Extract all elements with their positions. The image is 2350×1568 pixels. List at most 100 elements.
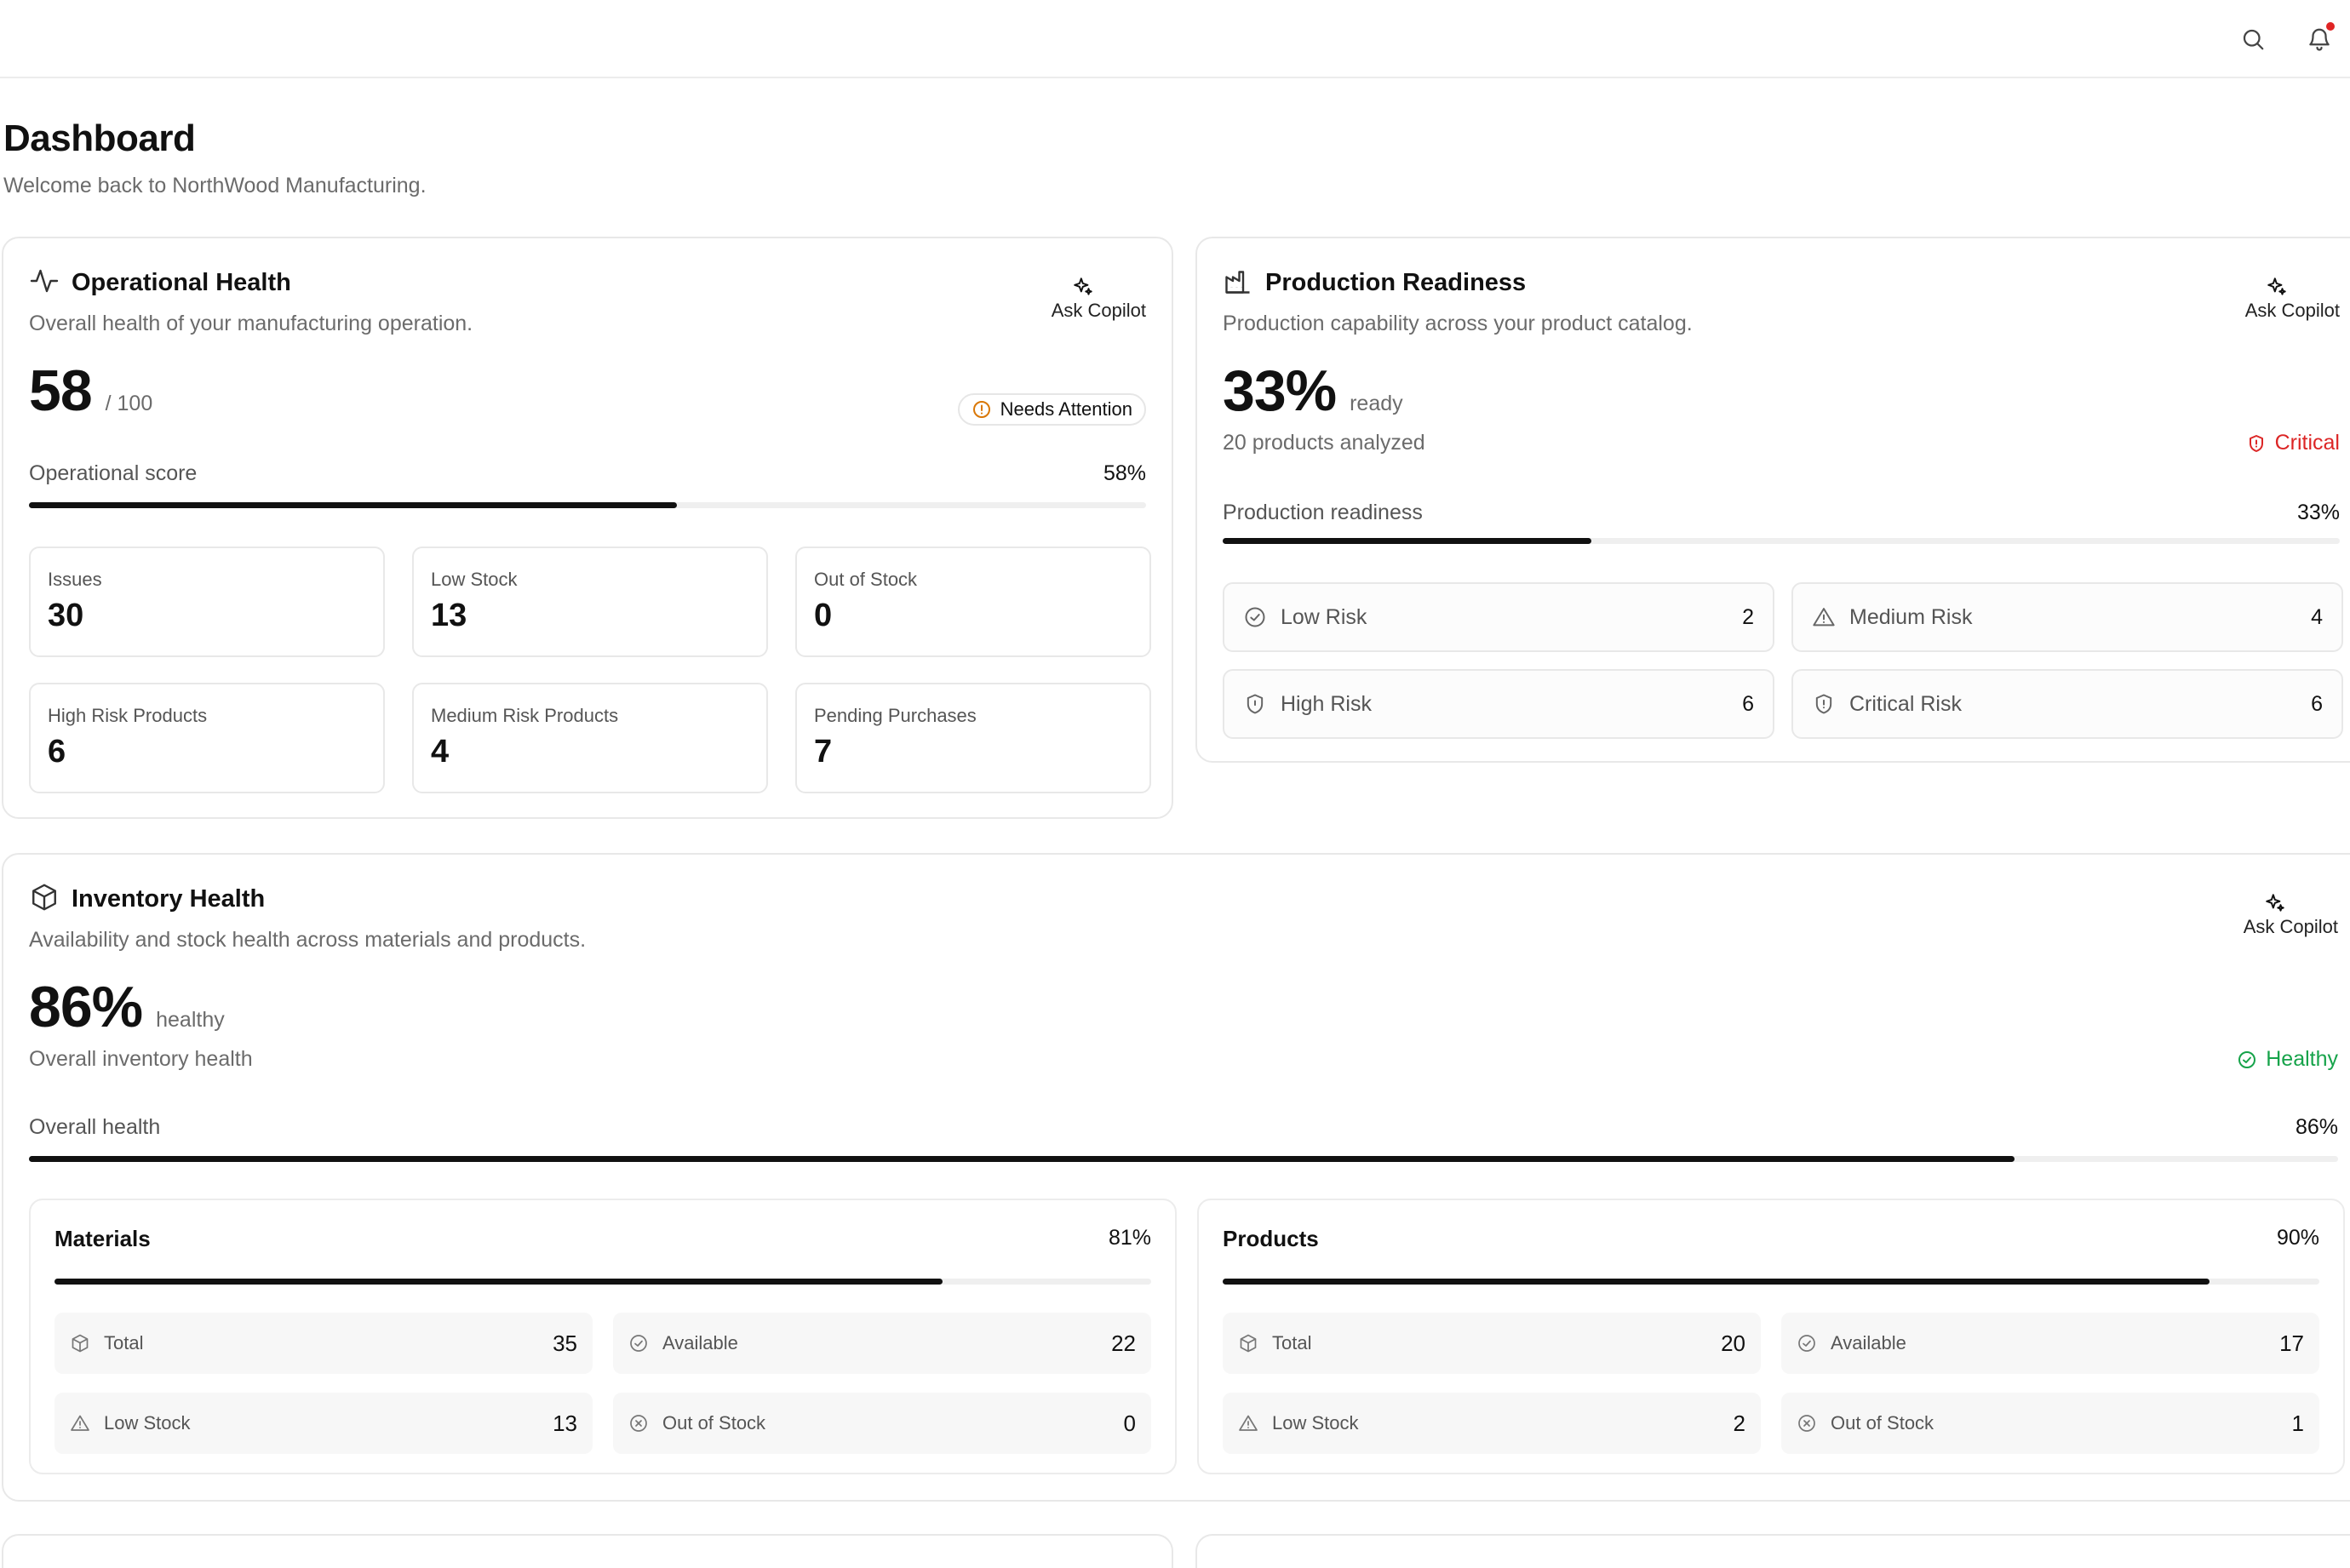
risk-label: Low Risk [1281,604,1367,629]
materials-out-of-stock: Out of Stock 0 [613,1393,1151,1454]
risk-value: 6 [1742,691,1754,716]
risk-label: High Risk [1281,691,1372,716]
item-value: 35 [553,1330,577,1356]
bar-label: Production readiness [1223,501,1423,524]
item-label: Out of Stock [662,1412,766,1434]
products-panel: Products 90% Total 20 Available 17 Low S… [1197,1199,2345,1474]
stat-value: 13 [431,598,467,633]
products-percent: 90% [2276,1226,2319,1250]
next-card-left [2,1534,1173,1568]
item-label: Available [1831,1332,1906,1353]
risk-medium[interactable]: Medium Risk 4 [1791,582,2343,652]
item-label: Low Stock [1272,1412,1359,1434]
warning-triangle-icon [1239,1415,1258,1431]
shield-icon [1247,694,1264,714]
score-value: 58 [29,358,93,423]
operational-progress-bar [29,502,1146,508]
stat-tile-out-of-stock[interactable]: Out of Stock 0 [795,547,1151,657]
next-card-right [1195,1534,2350,1568]
progress-fill [1223,1279,2210,1285]
stat-tile-high-risk-products[interactable]: High Risk Products 6 [29,683,385,793]
status-label: Critical [2274,431,2340,455]
risk-low[interactable]: Low Risk 2 [1223,582,1774,652]
bar-percent: 33% [2296,501,2340,524]
stat-tile-pending-purchases[interactable]: Pending Purchases 7 [795,683,1151,793]
warning-triangle-icon [71,1415,89,1431]
sparkles-icon [2267,278,2287,295]
score-value: 86% [29,975,143,1039]
risk-critical[interactable]: Critical Risk 6 [1791,669,2343,739]
products-available: Available 17 [1781,1313,2319,1374]
card-description: Overall health of your manufacturing ope… [29,312,473,335]
ask-copilot-label: Ask Copilot [1051,300,1146,321]
risk-value: 4 [2311,604,2323,629]
stat-label: Medium Risk Products [431,705,619,726]
stat-tile-issues[interactable]: Issues 30 [29,547,385,657]
item-label: Total [104,1332,144,1353]
risk-label: Medium Risk [1849,604,1973,629]
risk-value: 6 [2311,691,2323,716]
operational-health-card: Operational Health Overall health of you… [2,237,1173,819]
warning-triangle-icon [1813,608,1835,627]
search-icon[interactable] [2229,15,2277,63]
materials-progress-bar [54,1279,1151,1285]
risk-label: Critical Risk [1849,691,1962,716]
factory-icon [1223,266,1253,300]
card-title: Inventory Health [72,885,266,913]
products-out-of-stock: Out of Stock 1 [1781,1393,2319,1454]
inventory-health-header: Inventory Health [29,882,265,917]
package-icon [29,882,60,917]
ask-copilot-button[interactable]: Ask Copilot [2244,892,2338,938]
x-circle-icon [1798,1415,1815,1432]
check-circle-icon [1798,1335,1815,1352]
item-value: 17 [2279,1330,2304,1356]
score-unit: healthy [156,1008,225,1032]
ask-copilot-button[interactable]: Ask Copilot [2245,276,2340,322]
risk-high[interactable]: High Risk 6 [1223,669,1774,739]
bar-label: Operational score [29,461,198,485]
item-value: 1 [2291,1410,2304,1436]
item-value: 2 [1733,1410,1745,1436]
ask-copilot-button[interactable]: Ask Copilot [1052,276,1146,322]
page-title: Dashboard [3,117,196,159]
shield-alert-icon [2249,434,2263,452]
inventory-progress-bar [29,1156,2338,1162]
item-value: 13 [553,1410,577,1436]
materials-available: Available 22 [613,1313,1151,1374]
shield-alert-icon [1815,694,1832,714]
operational-score: 58 / 100 [29,358,152,424]
progress-fill [29,502,677,508]
production-score: 33% ready [1223,358,1403,424]
notification-dot [2326,22,2335,31]
stat-label: High Risk Products [48,705,208,726]
item-value: 0 [1123,1410,1136,1436]
alert-circle-icon [972,401,990,418]
stat-value: 30 [48,598,84,633]
sparkles-icon [2266,894,2285,912]
card-description: Availability and stock health across mat… [29,928,587,952]
production-readiness-card: Production Readiness Production capabili… [1195,237,2350,763]
stat-tile-medium-risk-products[interactable]: Medium Risk Products 4 [412,683,768,793]
overall-inventory-label: Overall inventory health [29,1047,253,1071]
check-circle-icon [1245,607,1265,627]
top-bar [0,0,2350,78]
check-circle-icon [2238,1050,2256,1068]
operational-health-header: Operational Health [29,266,291,300]
package-icon [1240,1334,1257,1353]
bell-icon[interactable] [2296,15,2343,63]
stat-value: 0 [814,598,833,633]
item-label: Out of Stock [1831,1412,1934,1434]
production-progress-bar [1223,538,2340,544]
products-low-stock: Low Stock 2 [1223,1393,1761,1454]
card-description: Production capability across your produc… [1223,312,1693,335]
item-label: Available [662,1332,738,1353]
stat-label: Low Stock [431,569,518,590]
ask-copilot-label: Ask Copilot [2243,916,2338,937]
bar-percent: 58% [1103,461,1146,485]
products-total: Total 20 [1223,1313,1761,1374]
card-title: Production Readiness [1265,269,1527,296]
bar-label: Overall health [29,1115,161,1139]
stat-tile-low-stock[interactable]: Low Stock 13 [412,547,768,657]
stat-label: Out of Stock [814,569,918,590]
score-value: 33% [1223,358,1337,423]
